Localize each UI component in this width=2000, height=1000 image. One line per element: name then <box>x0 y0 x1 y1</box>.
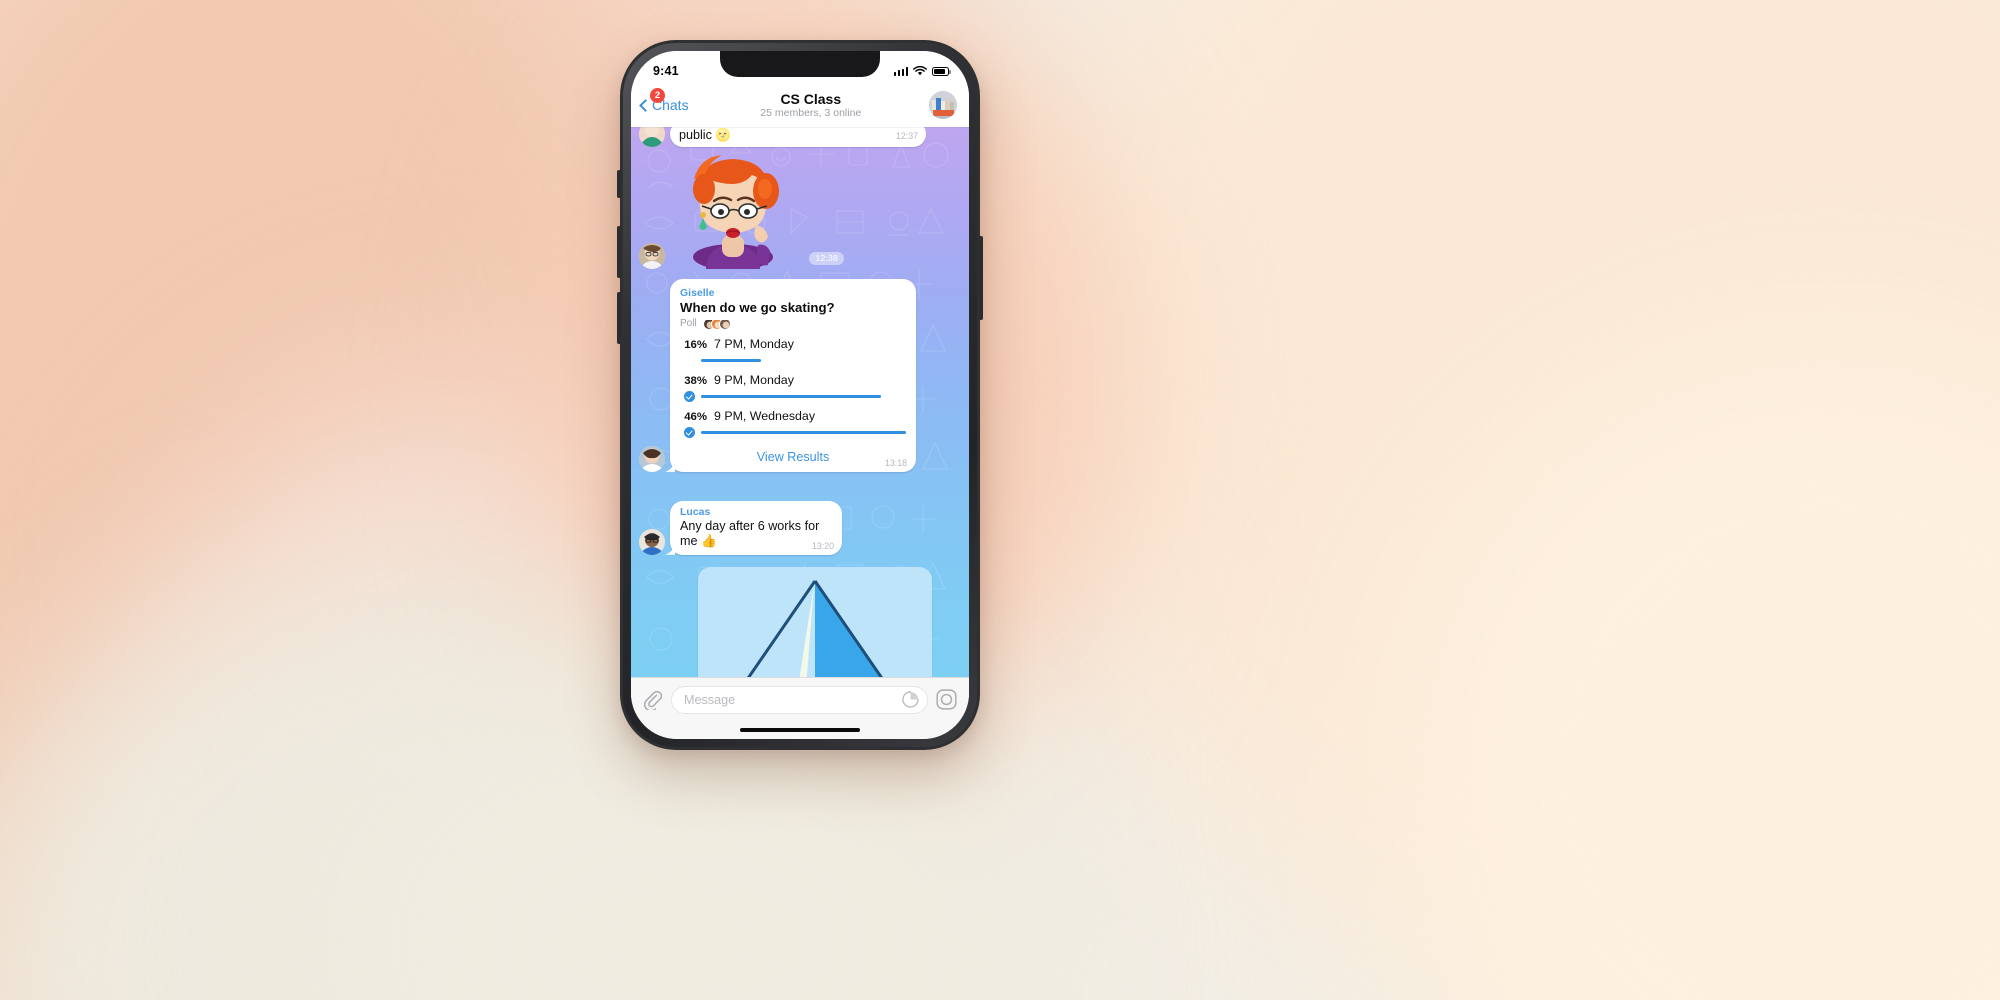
poll-option-percent: 16% <box>684 338 707 351</box>
chat-subtitle: 25 members, 3 online <box>760 107 862 120</box>
message-time: 12:38 <box>809 251 844 265</box>
chat-title-block[interactable]: CS Class 25 members, 3 online <box>689 91 929 120</box>
message-sender: Lucas <box>680 506 711 518</box>
device-notch <box>720 51 880 77</box>
paperclip-icon[interactable] <box>643 690 663 710</box>
wifi-icon <box>913 66 927 76</box>
voter-avatar <box>718 317 731 330</box>
status-icons <box>893 66 951 76</box>
poll-options-list: 16% 7 PM, Monday 38% 9 PM, Monday 46% 9 PM, W… <box>680 337 906 438</box>
chevron-left-icon <box>639 98 652 112</box>
poll-option-label: 9 PM, Wednesday <box>714 408 816 423</box>
phone-device-frame: 9:41 Chats 2 CS Class 25 members, 3 onli… <box>617 40 983 750</box>
message-time: 13:18 <box>884 457 907 468</box>
sticker-icon[interactable] <box>902 691 919 708</box>
poll-question: When do we go skating? <box>680 300 835 315</box>
chat-title: CS Class <box>780 90 842 107</box>
background-wallpaper <box>0 0 2000 1000</box>
message-sender: Giselle <box>680 287 715 299</box>
poll-type-label: Poll <box>680 318 697 330</box>
power-button[interactable] <box>979 236 983 320</box>
avatar[interactable] <box>639 528 665 555</box>
poll-option-voted-check <box>684 426 695 438</box>
poll-bubble[interactable]: Giselle When do we go skating? Poll 16% … <box>670 279 916 472</box>
mountain-photo <box>698 567 932 677</box>
message-time: 12:37 <box>895 130 918 141</box>
message-input[interactable] <box>684 692 897 707</box>
sticker-container[interactable]: 12:38 <box>670 153 844 270</box>
status-clock: 9:41 <box>653 64 679 78</box>
avatar[interactable] <box>639 127 665 147</box>
message-row-sticker: 12:38 <box>639 153 961 270</box>
message-row-public: public 🌝 12:37 <box>639 127 961 147</box>
unread-badge: 2 <box>650 88 665 103</box>
home-indicator <box>631 721 969 739</box>
poll-option-label: 7 PM, Monday <box>714 336 794 351</box>
poll-meta: Poll <box>680 317 906 330</box>
volume-up-button[interactable] <box>617 226 621 278</box>
message-input-field[interactable] <box>671 685 928 714</box>
mute-switch[interactable] <box>617 170 621 198</box>
group-avatar[interactable] <box>929 91 957 119</box>
message-row-lucas: Lucas Any day after 6 works for me 👍 13:… <box>639 501 961 555</box>
phone-screen: 9:41 Chats 2 CS Class 25 members, 3 onli… <box>631 51 969 739</box>
poll-option-bar <box>701 358 761 362</box>
poll-voter-avatars[interactable] <box>702 317 731 330</box>
cellular-bars-icon <box>893 66 908 76</box>
poll-option[interactable]: 38% 9 PM, Monday <box>680 373 906 402</box>
volume-down-button[interactable] <box>617 292 621 344</box>
avatar[interactable] <box>639 445 665 472</box>
back-to-chats-button[interactable]: Chats 2 <box>639 88 689 113</box>
poll-option-percent: 46% <box>684 410 707 423</box>
avatar[interactable] <box>639 243 665 269</box>
poll-option-label: 9 PM, Monday <box>714 372 794 387</box>
woman-with-glasses-sticker <box>693 155 779 270</box>
message-time: 13:20 <box>811 540 834 551</box>
view-results-button[interactable]: View Results <box>680 445 906 466</box>
chat-message-area[interactable]: public 🌝 12:37 12:38 Giselle When do we … <box>631 127 969 677</box>
message-row-photo <box>639 567 961 677</box>
poll-option[interactable]: 46% 9 PM, Wednesday <box>680 409 906 438</box>
messages-list: public 🌝 12:37 12:38 Giselle When do we … <box>631 127 969 677</box>
poll-option-bar <box>701 430 906 434</box>
poll-option-voted-check <box>684 390 695 402</box>
message-input-bar <box>631 677 969 721</box>
message-text: Any day after 6 works for me 👍 <box>680 519 820 549</box>
poll-option-bar <box>701 394 881 398</box>
photo-message-bubble[interactable] <box>698 567 932 677</box>
chat-nav-bar: Chats 2 CS Class 25 members, 3 online <box>631 85 969 127</box>
poll-option[interactable]: 16% 7 PM, Monday <box>680 337 906 366</box>
camera-icon[interactable] <box>936 689 957 710</box>
message-row-poll: Giselle When do we go skating? Poll 16% … <box>639 279 961 472</box>
message-bubble-lucas[interactable]: Lucas Any day after 6 works for me 👍 13:… <box>670 501 842 555</box>
poll-option-percent: 38% <box>684 374 707 387</box>
message-text: public 🌝 <box>679 127 732 142</box>
message-bubble-public[interactable]: public 🌝 12:37 <box>670 127 926 147</box>
battery-icon <box>932 66 951 76</box>
